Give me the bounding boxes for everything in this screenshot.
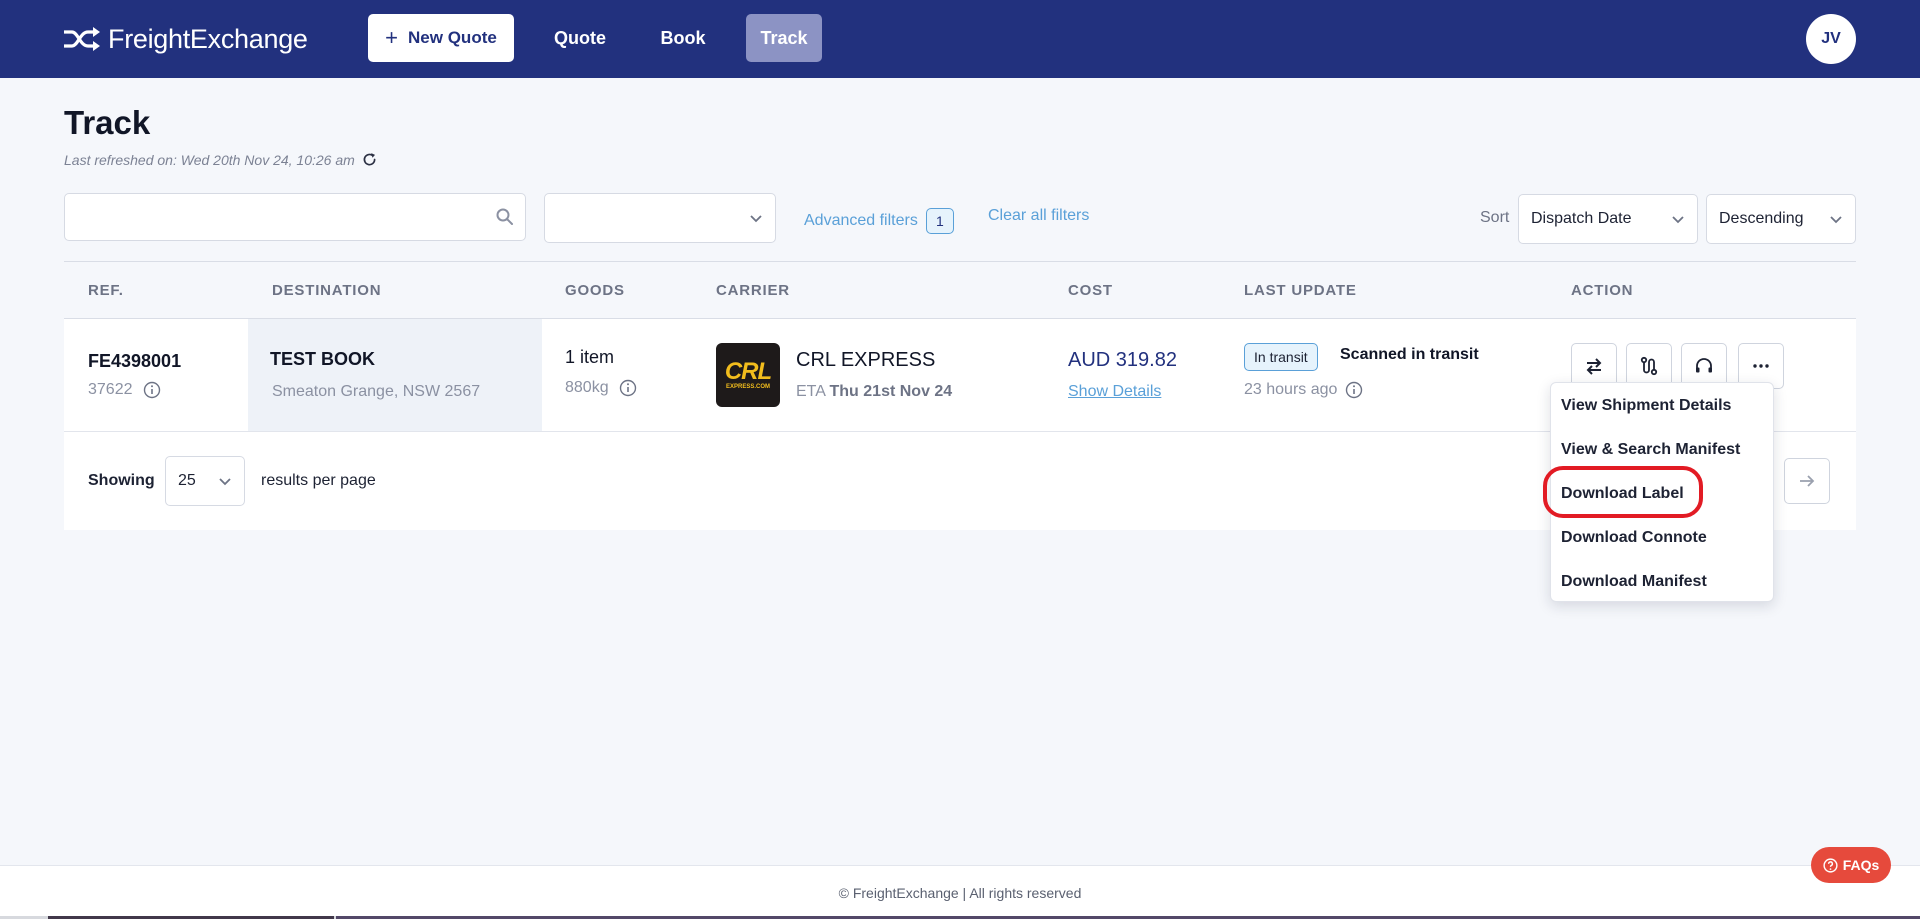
nav-track[interactable]: Track	[746, 14, 822, 62]
nav-quote[interactable]: Quote	[540, 14, 620, 62]
column-header-ref: REF.	[88, 282, 124, 299]
advanced-filters-label: Advanced filters	[804, 212, 918, 229]
clear-all-filters-link[interactable]: Clear all filters	[988, 207, 1089, 225]
search-input[interactable]	[65, 194, 481, 240]
per-page-select[interactable]: 25	[165, 456, 245, 506]
new-quote-label: New Quote	[408, 28, 497, 47]
chevron-down-icon	[750, 215, 762, 223]
sort-by-value: Dispatch Date	[1531, 210, 1632, 227]
goods-quantity: 1 item	[565, 347, 615, 367]
column-header-cost: COST	[1068, 282, 1113, 299]
headset-icon	[1696, 358, 1712, 373]
new-quote-button[interactable]: + New Quote	[368, 14, 514, 62]
info-icon[interactable]	[1345, 381, 1363, 399]
user-avatar[interactable]: JV	[1806, 14, 1856, 64]
page-title: Track	[64, 104, 151, 141]
table-header: REF. DESTINATION GOODS CARRIER COST LAST…	[64, 261, 1856, 319]
search-field[interactable]	[64, 193, 526, 241]
eta-date: Thu 21st Nov 24	[829, 383, 953, 400]
carrier-logo-mark: CRL	[724, 358, 772, 385]
destination-address: Smeaton Grange, NSW 2567	[272, 383, 481, 400]
site-footer: © FreightExchange | All rights reserved	[0, 865, 1920, 920]
showing-label: Showing	[88, 472, 155, 489]
column-header-goods: GOODS	[565, 282, 625, 299]
chevron-down-icon	[219, 478, 231, 486]
help-circle-icon	[1823, 857, 1838, 873]
carrier-logo: CRL EXPRESS.COM	[716, 343, 780, 407]
advanced-filters-count-badge: 1	[925, 208, 954, 234]
sort-label: Sort	[1480, 209, 1510, 226]
last-update-ago: 23 hours ago	[1244, 381, 1338, 398]
plus-icon: +	[385, 25, 399, 50]
copyright-text: © FreightExchange | All rights reserved	[838, 885, 1082, 901]
column-header-action: ACTION	[1571, 282, 1634, 299]
last-refreshed: Last refreshed on: Wed 20th Nov 24, 10:2…	[64, 151, 378, 168]
arrow-right-icon	[1800, 475, 1815, 487]
eta-label: ETA	[796, 383, 826, 400]
carrier-logo-sub: EXPRESS.COM	[725, 384, 770, 390]
column-header-last-update: LAST UPDATE	[1244, 282, 1357, 299]
chevron-down-icon	[1830, 216, 1842, 224]
status-filter-select[interactable]	[544, 193, 776, 243]
reference-sub: 37622	[88, 381, 161, 399]
last-update-time: 23 hours ago	[1244, 381, 1363, 399]
destination-cell	[248, 319, 542, 431]
nav-book[interactable]: Book	[646, 14, 720, 62]
chevron-down-icon	[1672, 216, 1684, 224]
per-page-label: results per page	[261, 472, 376, 489]
faqs-label: FAQs	[1842, 857, 1880, 873]
show-details-link[interactable]: Show Details	[1068, 383, 1161, 401]
last-refreshed-text: Last refreshed on: Wed 20th Nov 24, 10:2…	[64, 151, 355, 168]
ellipsis-icon	[1753, 364, 1769, 368]
top-navigation-bar: FreightExchange + New Quote Quote Book T…	[0, 0, 1920, 78]
sort-by-select[interactable]: Dispatch Date	[1518, 194, 1698, 244]
menu-item-view-shipment-details[interactable]: View Shipment Details	[1561, 397, 1731, 415]
reference-number: 37622	[88, 381, 133, 398]
search-icon	[496, 208, 513, 225]
brand-logo[interactable]: FreightExchange	[62, 20, 308, 58]
swap-arrows-icon	[1586, 358, 1602, 375]
booking-reference: FE4398001	[88, 351, 182, 371]
menu-item-view-search-manifest[interactable]: View & Search Manifest	[1561, 441, 1740, 459]
carrier-eta: ETA Thu 21st Nov 24	[796, 383, 952, 401]
status-badge: In transit	[1244, 343, 1318, 371]
sort-order-select[interactable]: Descending	[1706, 194, 1856, 244]
goods-weight: 880kg	[565, 379, 637, 397]
status-description: Scanned in transit	[1340, 346, 1479, 363]
advanced-filters-link[interactable]: Advanced filters 1	[804, 208, 954, 234]
menu-item-download-label[interactable]: Download Label	[1561, 485, 1684, 503]
carrier-name: CRL EXPRESS	[796, 349, 936, 371]
sort-order-value: Descending	[1719, 210, 1804, 227]
goods-weight-value: 880kg	[565, 379, 609, 396]
next-page-button[interactable]	[1784, 458, 1830, 504]
info-icon[interactable]	[143, 381, 161, 399]
column-header-destination: DESTINATION	[272, 282, 382, 299]
faqs-button[interactable]: FAQs	[1811, 847, 1891, 883]
column-header-carrier: CARRIER	[716, 282, 790, 299]
cost-amount: AUD 319.82	[1068, 349, 1177, 371]
info-icon[interactable]	[619, 379, 637, 397]
refresh-icon[interactable]	[361, 151, 378, 168]
per-page-value: 25	[178, 472, 196, 489]
action-menu: View Shipment Details View & Search Mani…	[1550, 382, 1774, 602]
menu-item-download-connote[interactable]: Download Connote	[1561, 529, 1707, 547]
shuffle-logo-icon	[64, 27, 100, 51]
brand-name: FreightExchange	[108, 23, 308, 54]
destination-name: TEST BOOK	[270, 349, 376, 369]
menu-item-download-manifest[interactable]: Download Manifest	[1561, 573, 1707, 591]
route-icon	[1640, 356, 1658, 376]
